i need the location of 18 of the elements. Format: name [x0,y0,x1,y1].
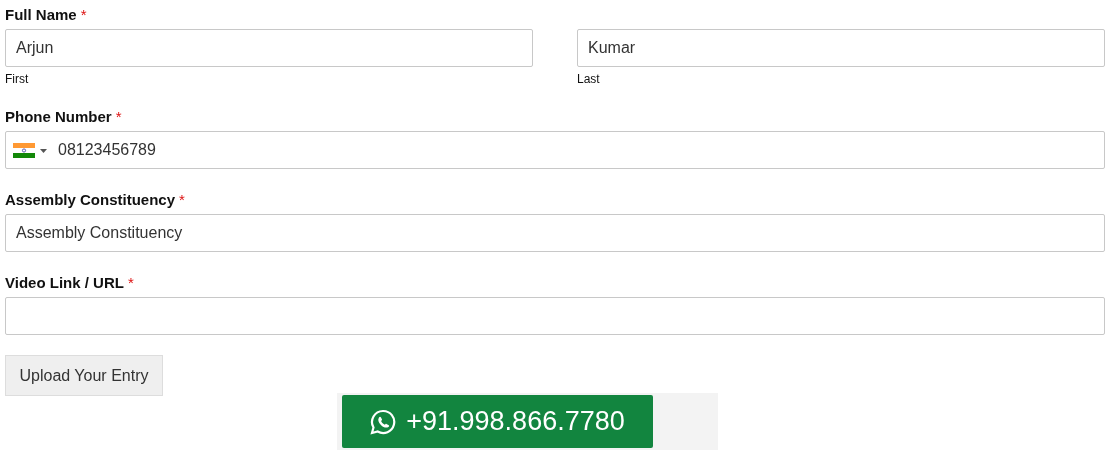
required-mark: * [127,273,134,291]
input-field[interactable]: 08123456789 [5,131,1105,169]
whatsapp-button[interactable]: +91.998.866.7780 [342,395,653,448]
field-label: Video Link / URL [5,273,124,291]
required-mark: * [179,190,185,208]
whatsapp-icon [370,408,397,435]
required-mark: * [115,107,122,125]
field-label: Assembly Constituency [5,190,176,208]
input-field[interactable]: Kumar [577,29,1105,67]
submit-button[interactable]: Upload Your Entry [5,355,163,396]
required-mark: * [80,5,87,23]
sub-label: First [5,72,30,86]
input-field[interactable]: Arjun [5,29,533,67]
field-label: Full Name [5,5,77,23]
input-field[interactable] [5,297,1105,335]
sub-label: Last [577,72,601,86]
field-label: Phone Number [5,107,112,125]
input-field[interactable]: Assembly Constituency [5,214,1105,252]
